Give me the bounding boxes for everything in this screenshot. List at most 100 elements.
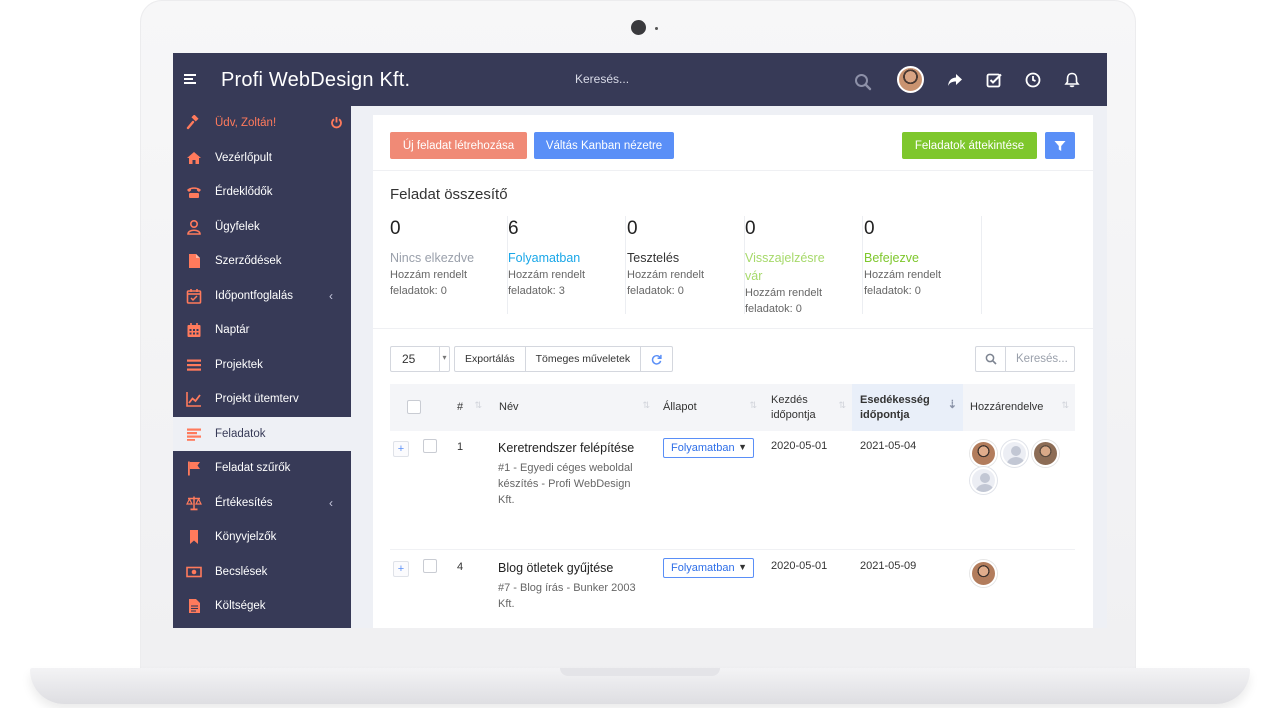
sidebar-item-label: Érdeklődők — [215, 186, 273, 198]
calendar-check-icon — [186, 289, 202, 304]
sidebar-item-bookmarks[interactable]: Könyvjelzők — [173, 520, 351, 554]
stat-name: Tesztelés — [627, 251, 680, 265]
bell-icon[interactable] — [1063, 71, 1081, 89]
table-search-input[interactable]: Keresés... — [975, 346, 1075, 372]
stat-description: Hozzám rendelt feladatok: 0 — [390, 269, 468, 297]
column-header-status[interactable]: Állapot ⇅ — [656, 384, 763, 431]
bookmark-icon — [190, 530, 198, 544]
task-name-link[interactable]: Keretrendszer felépítése — [498, 441, 634, 455]
column-header-due-date[interactable]: Esedékesség időpontja ⇣ — [852, 384, 963, 431]
summary-stat-in-progress: 6 Folyamatban Hozzám rendelt feladatok: … — [508, 216, 626, 314]
stat-name: Visszajelzésre vár — [745, 251, 825, 283]
sidebar-item-dashboard[interactable]: Vezérlőpult — [173, 141, 351, 175]
row-divider — [390, 549, 1075, 550]
sidebar-item-label: Feladat szűrők — [215, 462, 291, 474]
column-header-label: # — [457, 401, 464, 413]
task-status-dropdown[interactable]: Folyamatban ▼ — [663, 558, 754, 578]
tasks-overview-button[interactable]: Feladatok áttekintése — [902, 132, 1037, 159]
assignee-avatar[interactable] — [970, 440, 997, 467]
summary-stat-not-started: 0 Nincs elkezdve Hozzám rendelt feladato… — [390, 216, 508, 314]
webcam-light — [655, 27, 658, 30]
new-task-button[interactable]: Új feladat létrehozása — [390, 132, 527, 159]
task-status-dropdown[interactable]: Folyamatban ▼ — [663, 438, 754, 458]
column-header-label: Állapot — [663, 401, 697, 413]
search-icon — [976, 347, 1006, 371]
sidebar-item-expenses[interactable]: Költségek — [173, 589, 351, 623]
sidebar-item-contracts[interactable]: Szerződések — [173, 244, 351, 278]
sidebar-item-calendar[interactable]: Naptár — [173, 313, 351, 347]
sort-icon: ⇅ — [642, 400, 650, 410]
search-icon[interactable] — [854, 73, 872, 91]
todo-check-icon[interactable] — [985, 71, 1003, 89]
sidebar-greeting[interactable]: Üdv, Zoltán! — [173, 106, 351, 140]
balance-scale-icon — [186, 496, 202, 511]
stat-count: 0 — [390, 218, 401, 239]
page-length-select[interactable]: 25 ▾ — [390, 346, 450, 372]
sidebar-item-label: Feladatok — [215, 428, 266, 440]
summary-stat-completed: 0 Befejezve Hozzám rendelt feladatok: 0 — [864, 216, 982, 314]
sidebar-item-label: Értékesítés — [215, 497, 273, 509]
assignee-avatar-placeholder[interactable] — [1001, 440, 1028, 467]
summary-stat-testing: 0 Tesztelés Hozzám rendelt feladatok: 0 — [627, 216, 745, 314]
power-icon[interactable] — [330, 116, 343, 129]
bulk-actions-button[interactable]: Tömeges műveletek — [526, 347, 642, 371]
column-header-assigned[interactable]: Hozzárendelve ⇅ — [963, 384, 1075, 431]
bars-icon — [187, 359, 201, 371]
column-header-label: Esedékesség időpontja — [860, 393, 930, 421]
filter-button[interactable] — [1045, 132, 1075, 159]
sidebar-item-tasks[interactable]: Feladatok — [173, 417, 351, 451]
assignee-avatar[interactable] — [970, 560, 997, 587]
table-actions-group: Exportálás Tömeges műveletek — [454, 346, 674, 372]
sidebar-item-sales[interactable]: Értékesítés ‹ — [173, 486, 351, 520]
task-project-link[interactable]: #7 - Blog írás - Bunker 2003 Kft. — [498, 580, 638, 612]
divider — [373, 170, 1093, 171]
assignee-avatar-placeholder[interactable] — [970, 467, 997, 494]
sort-icon: ⇅ — [1061, 400, 1069, 410]
expand-row-button[interactable]: + — [393, 561, 409, 577]
summary-stat-awaiting-feedback: 0 Visszajelzésre vár Hozzám rendelt fela… — [745, 216, 863, 315]
task-project-link[interactable]: #1 - Egyedi céges weboldal készítés - Pr… — [498, 460, 638, 508]
phone-icon — [187, 187, 201, 198]
expand-row-button[interactable]: + — [393, 441, 409, 457]
sidebar-item-appointments[interactable]: Időpontfoglalás ‹ — [173, 279, 351, 313]
stat-count: 6 — [508, 218, 519, 239]
caret-down-icon: ▼ — [738, 562, 747, 572]
tasks-icon — [187, 428, 201, 441]
sidebar-item-project-timeline[interactable]: Projekt ütemterv — [173, 382, 351, 416]
share-icon[interactable] — [946, 71, 964, 89]
global-search-input[interactable]: Keresés... — [575, 72, 629, 86]
user-avatar[interactable] — [897, 66, 924, 93]
sidebar-item-label: Becslések — [215, 566, 268, 578]
chevron-left-icon: ‹ — [329, 289, 333, 303]
reload-button[interactable] — [641, 347, 672, 371]
sidebar-item-leads[interactable]: Érdeklődők — [173, 175, 351, 209]
sidebar-item-clients[interactable]: Ügyfelek — [173, 210, 351, 244]
file-text-icon — [189, 599, 200, 613]
export-button[interactable]: Exportálás — [455, 347, 526, 371]
row-checkbox[interactable] — [423, 559, 437, 573]
sidebar-item-task-filters[interactable]: Feladat szűrők — [173, 451, 351, 485]
column-header-name[interactable]: Név ⇅ — [488, 384, 656, 431]
chevron-left-icon: ‹ — [329, 496, 333, 510]
clock-icon[interactable] — [1024, 71, 1042, 89]
chevron-down-icon: ▾ — [439, 347, 449, 371]
sidebar-item-label: Könyvjelzők — [215, 531, 277, 543]
stat-description: Hozzám rendelt feladatok: 0 — [627, 269, 705, 297]
column-header-num[interactable]: # ⇅ — [440, 384, 488, 431]
sidebar-item-estimates[interactable]: Becslések — [173, 555, 351, 589]
task-name-link[interactable]: Blog ötletek gyűjtése — [498, 561, 613, 575]
file-icon — [189, 254, 200, 268]
column-header-start-date[interactable]: Kezdés időpontja ⇅ — [763, 384, 852, 431]
kanban-view-button[interactable]: Váltás Kanban nézetre — [534, 132, 674, 159]
gavel-icon — [186, 115, 199, 130]
menu-toggle-icon[interactable] — [184, 74, 196, 86]
assignee-avatar[interactable] — [1032, 440, 1059, 467]
sidebar-item-projects[interactable]: Projektek — [173, 348, 351, 382]
row-checkbox[interactable] — [423, 439, 437, 453]
select-all-checkbox[interactable] — [407, 400, 421, 414]
stat-count: 0 — [745, 218, 756, 239]
sidebar-item-label: Szerződések — [215, 255, 282, 267]
start-date: 2020-05-01 — [771, 440, 828, 452]
due-date: 2021-05-09 — [860, 560, 917, 572]
sidebar-item-label: Projekt ütemterv — [215, 393, 299, 405]
